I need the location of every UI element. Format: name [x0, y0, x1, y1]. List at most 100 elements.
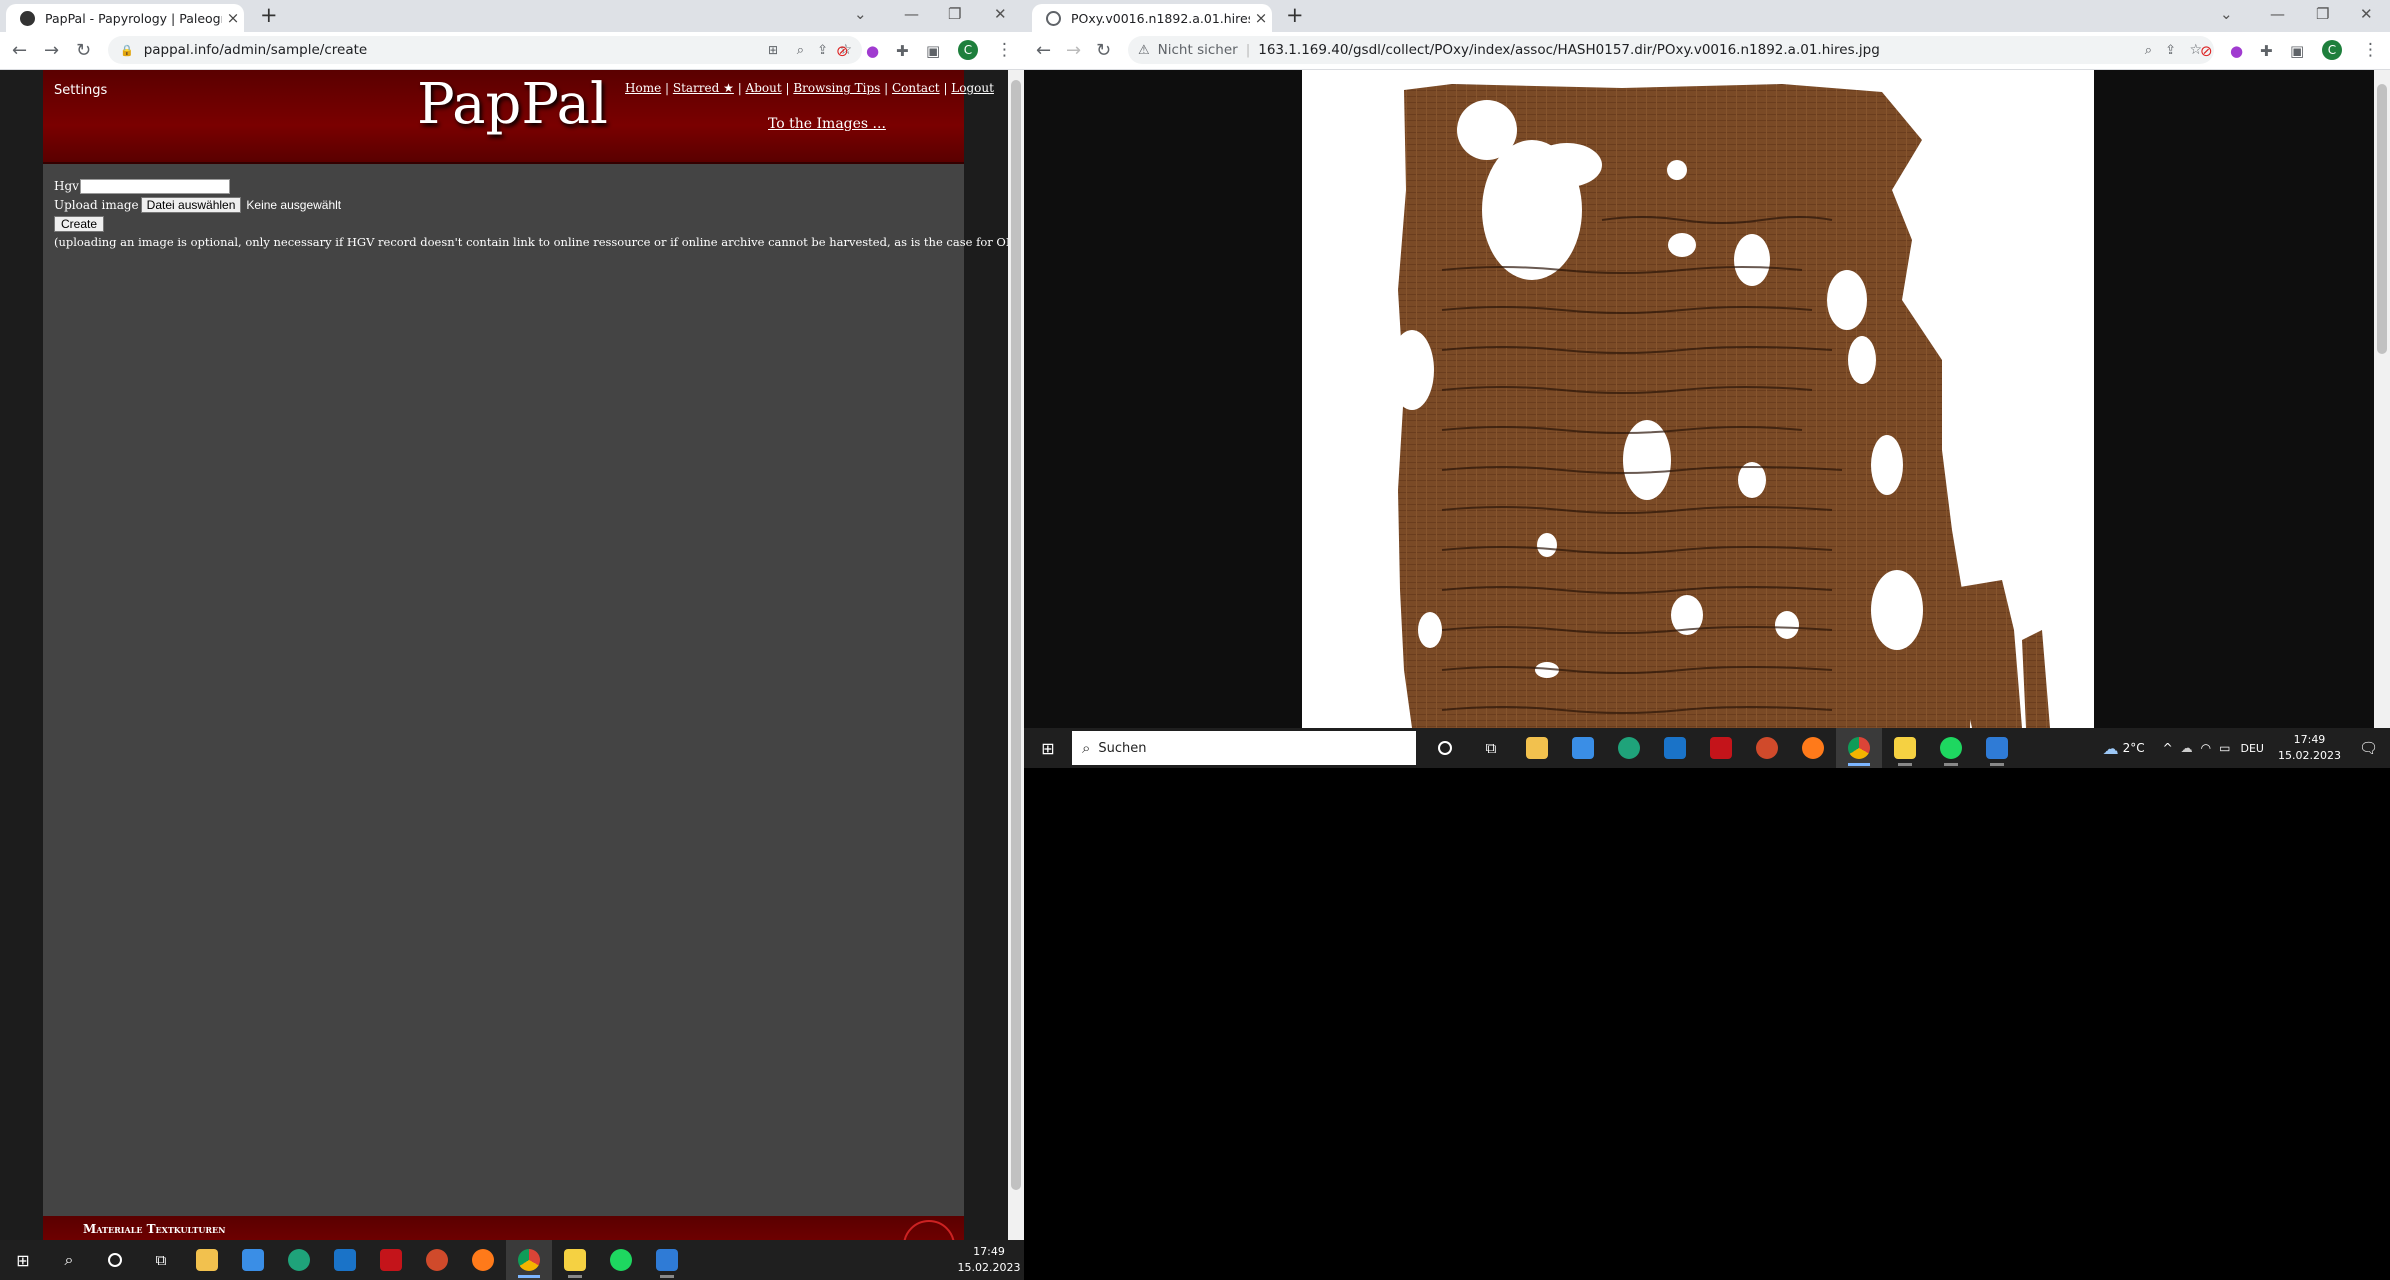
- extensions-puzzle-icon[interactable]: ✚: [896, 42, 909, 60]
- taskbar-right-mail[interactable]: [1652, 728, 1698, 768]
- create-button[interactable]: Create: [54, 216, 105, 232]
- taskbar-right-photos[interactable]: [1974, 728, 2020, 768]
- language-indicator[interactable]: DEU: [2240, 742, 2263, 755]
- right-clock[interactable]: 17:49 15.02.2023: [2278, 732, 2341, 764]
- zoom-right-icon[interactable]: ⌕: [2145, 43, 2152, 58]
- start-button[interactable]: ⊞: [0, 1240, 46, 1280]
- profile-avatar-right[interactable]: C: [2322, 40, 2342, 60]
- taskbar-mail[interactable]: [322, 1240, 368, 1280]
- task-view-right-button[interactable]: ⧉: [1468, 728, 1514, 768]
- taskbar-right-spotify[interactable]: [1928, 728, 1974, 768]
- sidepanel-right-icon[interactable]: ▣: [2290, 42, 2304, 60]
- taskbar-right-powerpoint[interactable]: [1744, 728, 1790, 768]
- tab-poxy-image[interactable]: POxy.v0016.n1892.a.01.hires.jpg ×: [1032, 4, 1272, 32]
- taskbar-store[interactable]: [230, 1240, 276, 1280]
- taskbar-right-notes[interactable]: [1882, 728, 1928, 768]
- close-window-icon[interactable]: ✕: [994, 5, 1007, 23]
- address-bar-right[interactable]: ⚠ Nicht sicher | 163.1.169.40/gsdl/colle…: [1128, 36, 2214, 64]
- extension-red-right-icon[interactable]: ⊘: [2200, 42, 2213, 60]
- scrollbar-thumb[interactable]: [1011, 80, 1021, 1190]
- right-scrollbar[interactable]: [2374, 70, 2390, 728]
- taskbar-edge[interactable]: [276, 1240, 322, 1280]
- right-scrollbar-thumb[interactable]: [2377, 84, 2387, 354]
- restore-icon[interactable]: ❐: [948, 5, 961, 23]
- cortana-button[interactable]: [92, 1240, 138, 1280]
- tab-search-icon[interactable]: ⌄: [854, 5, 867, 23]
- nav-home[interactable]: Home: [625, 81, 661, 95]
- back-right-icon[interactable]: ←: [1036, 40, 1051, 61]
- address-bar[interactable]: 🔒 pappal.info/admin/sample/create ⊞ ⌕ ⇪ …: [108, 36, 862, 64]
- nav-about[interactable]: About: [746, 81, 782, 95]
- taskbar-file-explorer[interactable]: [184, 1240, 230, 1280]
- minimize-icon[interactable]: —: [904, 5, 919, 23]
- profile-avatar[interactable]: C: [958, 40, 978, 60]
- share-icon[interactable]: ⇪: [817, 43, 828, 58]
- papyrus-image[interactable]: [1302, 70, 2094, 728]
- nav-contact[interactable]: Contact: [892, 81, 940, 95]
- taskbar-photos[interactable]: [644, 1240, 690, 1280]
- store-right-icon: [1572, 737, 1594, 759]
- taskbar-right-acrobat[interactable]: [1698, 728, 1744, 768]
- forward-right-icon[interactable]: →: [1066, 40, 1081, 61]
- taskbar-spotify[interactable]: [598, 1240, 644, 1280]
- close-tab-right-icon[interactable]: ×: [1250, 9, 1272, 27]
- site-footer: Materiale Textkulturen: [43, 1216, 964, 1240]
- close-tab-icon[interactable]: ×: [222, 9, 244, 27]
- taskbar-chrome[interactable]: [506, 1240, 552, 1280]
- tray-chevron-icon[interactable]: ^: [2163, 741, 2173, 755]
- search-button[interactable]: ⌕: [46, 1240, 92, 1280]
- taskbar-acrobat[interactable]: [368, 1240, 414, 1280]
- taskbar-firefox[interactable]: [460, 1240, 506, 1280]
- share-right-icon[interactable]: ⇪: [2165, 43, 2176, 58]
- cortana-right-button[interactable]: [1422, 728, 1468, 768]
- extension-purple-right-icon[interactable]: ●: [2230, 42, 2243, 60]
- menu-dots-icon[interactable]: ⋮: [996, 40, 1013, 60]
- weather-temp[interactable]: 2°C: [2123, 741, 2145, 755]
- back-icon[interactable]: ←: [12, 40, 27, 61]
- nav-browsing-tips[interactable]: Browsing Tips: [793, 81, 880, 95]
- extension-purple-icon[interactable]: ●: [866, 42, 879, 60]
- nav-logout[interactable]: Logout: [951, 81, 994, 95]
- battery-icon[interactable]: ▭: [2219, 741, 2230, 755]
- new-tab-right-icon[interactable]: +: [1286, 3, 1304, 27]
- to-images-link[interactable]: To the Images ...: [768, 116, 886, 132]
- tab-search-right-icon[interactable]: ⌄: [2220, 5, 2233, 23]
- tab-pappal[interactable]: PapPal - Papyrology | Paleograph ×: [6, 4, 244, 32]
- edge-icon: [288, 1249, 310, 1271]
- minimize-right-icon[interactable]: —: [2270, 5, 2285, 23]
- reload-icon[interactable]: ↻: [76, 40, 91, 61]
- zoom-icon[interactable]: ⌕: [797, 43, 804, 58]
- nav-starred[interactable]: Starred ★: [673, 81, 734, 95]
- close-window-right-icon[interactable]: ✕: [2360, 5, 2373, 23]
- reload-right-icon[interactable]: ↻: [1096, 40, 1111, 61]
- onedrive-icon[interactable]: ☁: [2181, 741, 2193, 755]
- taskbar-right-chrome[interactable]: [1836, 728, 1882, 768]
- start-right-button[interactable]: ⊞: [1024, 728, 1072, 768]
- choose-file-button[interactable]: Datei auswählen: [140, 197, 242, 213]
- wifi-icon[interactable]: ◠: [2201, 741, 2211, 755]
- vertical-scrollbar[interactable]: [1008, 70, 1024, 1240]
- taskbar-right-edge[interactable]: [1606, 728, 1652, 768]
- taskbar-right-store[interactable]: [1560, 728, 1606, 768]
- restore-right-icon[interactable]: ❐: [2316, 5, 2329, 23]
- chrome-icon: [518, 1249, 540, 1271]
- settings-link[interactable]: Settings: [54, 83, 107, 98]
- taskbar-powerpoint[interactable]: [414, 1240, 460, 1280]
- forward-icon[interactable]: →: [44, 40, 59, 61]
- notification-icon[interactable]: 🗨: [2359, 739, 2378, 757]
- taskbar-search-box[interactable]: ⌕ Suchen: [1072, 731, 1416, 765]
- extensions-right-icon[interactable]: ✚: [2260, 42, 2273, 60]
- taskbar-right-explorer[interactable]: [1514, 728, 1560, 768]
- weather-icon[interactable]: ☁: [2103, 739, 2119, 758]
- taskbar-notes[interactable]: [552, 1240, 598, 1280]
- menu-dots-right-icon[interactable]: ⋮: [2362, 40, 2379, 60]
- task-view-button[interactable]: ⧉: [138, 1240, 184, 1280]
- translate-icon[interactable]: ⊞: [768, 43, 778, 57]
- sidepanel-icon[interactable]: ▣: [926, 42, 940, 60]
- security-label[interactable]: Nicht sicher: [1158, 42, 1238, 58]
- hgv-input[interactable]: [79, 178, 230, 194]
- new-tab-icon[interactable]: +: [260, 3, 278, 27]
- left-clock[interactable]: 17:49 15.02.2023: [954, 1244, 1024, 1276]
- extension-red-icon[interactable]: ⊘: [836, 42, 849, 60]
- taskbar-right-firefox[interactable]: [1790, 728, 1836, 768]
